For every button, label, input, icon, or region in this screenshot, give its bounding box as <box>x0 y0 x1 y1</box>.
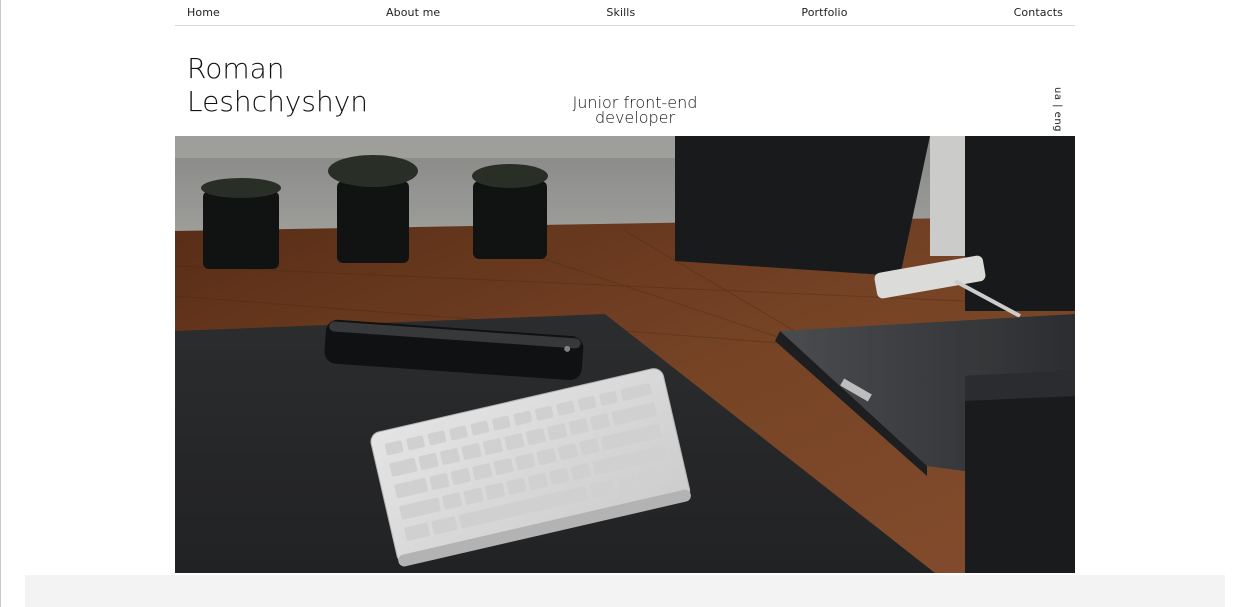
hero-image <box>175 136 1075 573</box>
nav-link-contacts[interactable]: Contacts <box>1014 6 1063 19</box>
nav-link-home[interactable]: Home <box>187 6 220 19</box>
desk-workspace-photo <box>175 136 1075 573</box>
author-first-name: Roman <box>187 52 285 85</box>
job-title: Junior front-end developer <box>555 95 715 127</box>
nav-link-skills[interactable]: Skills <box>606 6 635 19</box>
language-switcher-label[interactable]: ua | eng <box>1053 86 1064 131</box>
next-section-band <box>25 575 1225 607</box>
nav-link-portfolio[interactable]: Portfolio <box>801 6 847 19</box>
author-last-name: Leshchyshyn <box>187 85 369 118</box>
author-name: Roman Leshchyshyn <box>187 52 368 118</box>
job-title-line-2: developer <box>594 108 676 127</box>
top-navigation: Home About me Skills Portfolio Contacts <box>175 0 1075 26</box>
hero-header: Roman Leshchyshyn Junior front-end devel… <box>175 26 1075 136</box>
language-switcher[interactable]: ua | eng <box>1051 86 1065 131</box>
nav-link-about-me[interactable]: About me <box>386 6 440 19</box>
main-container: Home About me Skills Portfolio Contacts … <box>175 0 1075 573</box>
page: Home About me Skills Portfolio Contacts … <box>0 0 1247 607</box>
